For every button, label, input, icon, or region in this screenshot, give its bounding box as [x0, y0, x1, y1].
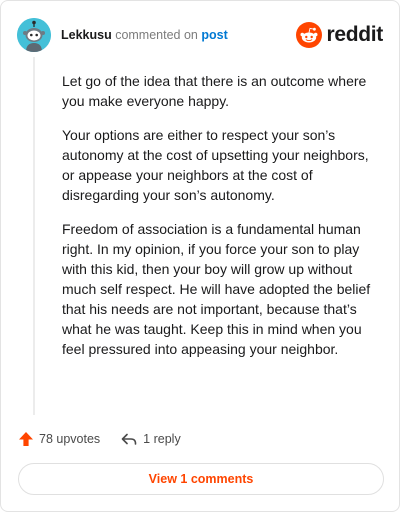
- comment-actions: 78 upvotes 1 reply: [18, 429, 181, 449]
- comment-body: Let go of the idea that there is an outc…: [62, 71, 380, 373]
- view-comments-button[interactable]: View 1 comments: [18, 463, 384, 495]
- reddit-brand[interactable]: reddit: [296, 22, 383, 48]
- reply-button[interactable]: 1 reply: [120, 431, 181, 447]
- avatar[interactable]: [17, 18, 51, 52]
- byline-action: commented on: [111, 28, 202, 42]
- comment-paragraph-3: Freedom of association is a fundamental …: [62, 221, 371, 357]
- comment-paragraph-2: Your options are either to respect your …: [62, 127, 369, 203]
- thread-line: [33, 57, 35, 415]
- byline: Lekkusu commented on post: [61, 28, 228, 42]
- username[interactable]: Lekkusu: [61, 28, 112, 42]
- reply-arrow-icon: [121, 433, 137, 445]
- reply-count: 1 reply: [143, 432, 181, 446]
- reddit-wordmark: reddit: [326, 23, 383, 46]
- upvote-count: 78 upvotes: [39, 432, 101, 446]
- comment-card: Lekkusu commented on post reddit Let go …: [0, 0, 400, 512]
- upvote-button[interactable]: 78 upvotes: [18, 431, 100, 447]
- upvote-arrow-icon: [19, 432, 33, 446]
- reddit-logo-icon: [296, 22, 323, 48]
- post-link[interactable]: post: [201, 28, 227, 42]
- snoo-avatar-icon: [17, 18, 51, 52]
- comment-paragraph-1: Let go of the idea that there is an outc…: [62, 73, 367, 109]
- comment-header: Lekkusu commented on post reddit: [17, 17, 383, 53]
